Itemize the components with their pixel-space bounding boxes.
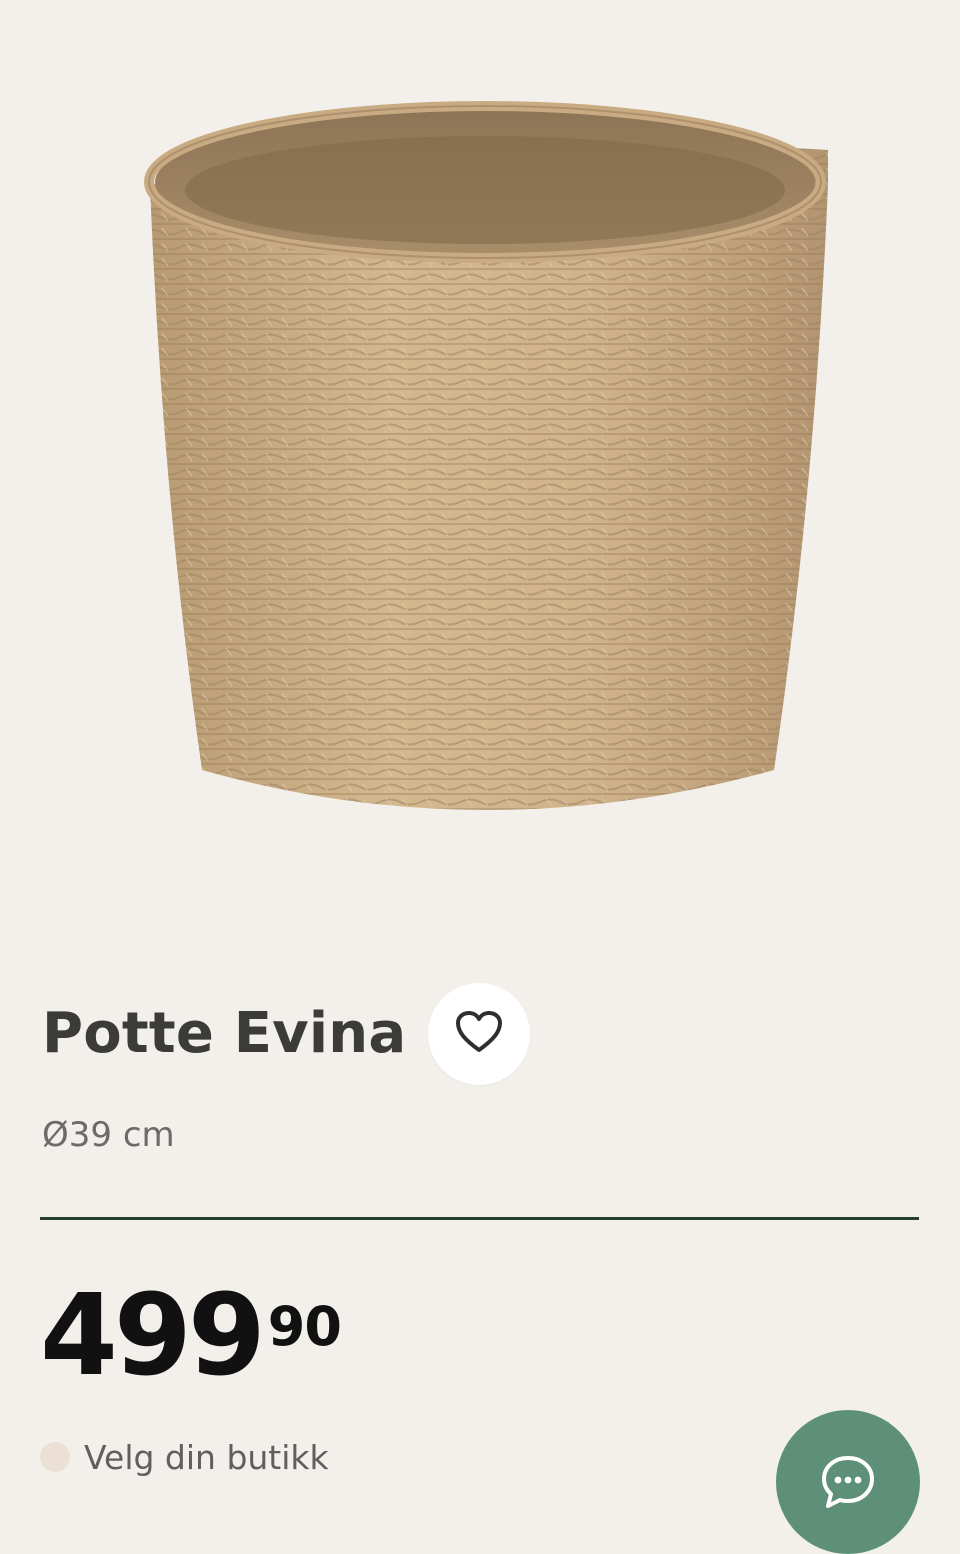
product-image xyxy=(140,90,830,830)
price: 499 90 xyxy=(40,1271,342,1401)
store-selector[interactable]: Velg din butikk xyxy=(40,1437,329,1477)
product-title: Potte Evina xyxy=(42,1001,407,1066)
product-size: Ø39 cm xyxy=(42,1115,175,1155)
price-integer: 499 xyxy=(40,1271,266,1401)
price-decimal: 90 xyxy=(267,1295,342,1358)
divider xyxy=(40,1217,919,1220)
store-selector-label: Velg din butikk xyxy=(84,1437,329,1477)
store-status-dot xyxy=(40,1442,70,1472)
chat-button[interactable] xyxy=(776,1410,920,1554)
title-row: Potte Evina xyxy=(42,982,531,1086)
chat-bubble-icon xyxy=(820,1454,876,1514)
heart-icon xyxy=(455,1010,503,1058)
favorite-button[interactable] xyxy=(428,983,531,1085)
